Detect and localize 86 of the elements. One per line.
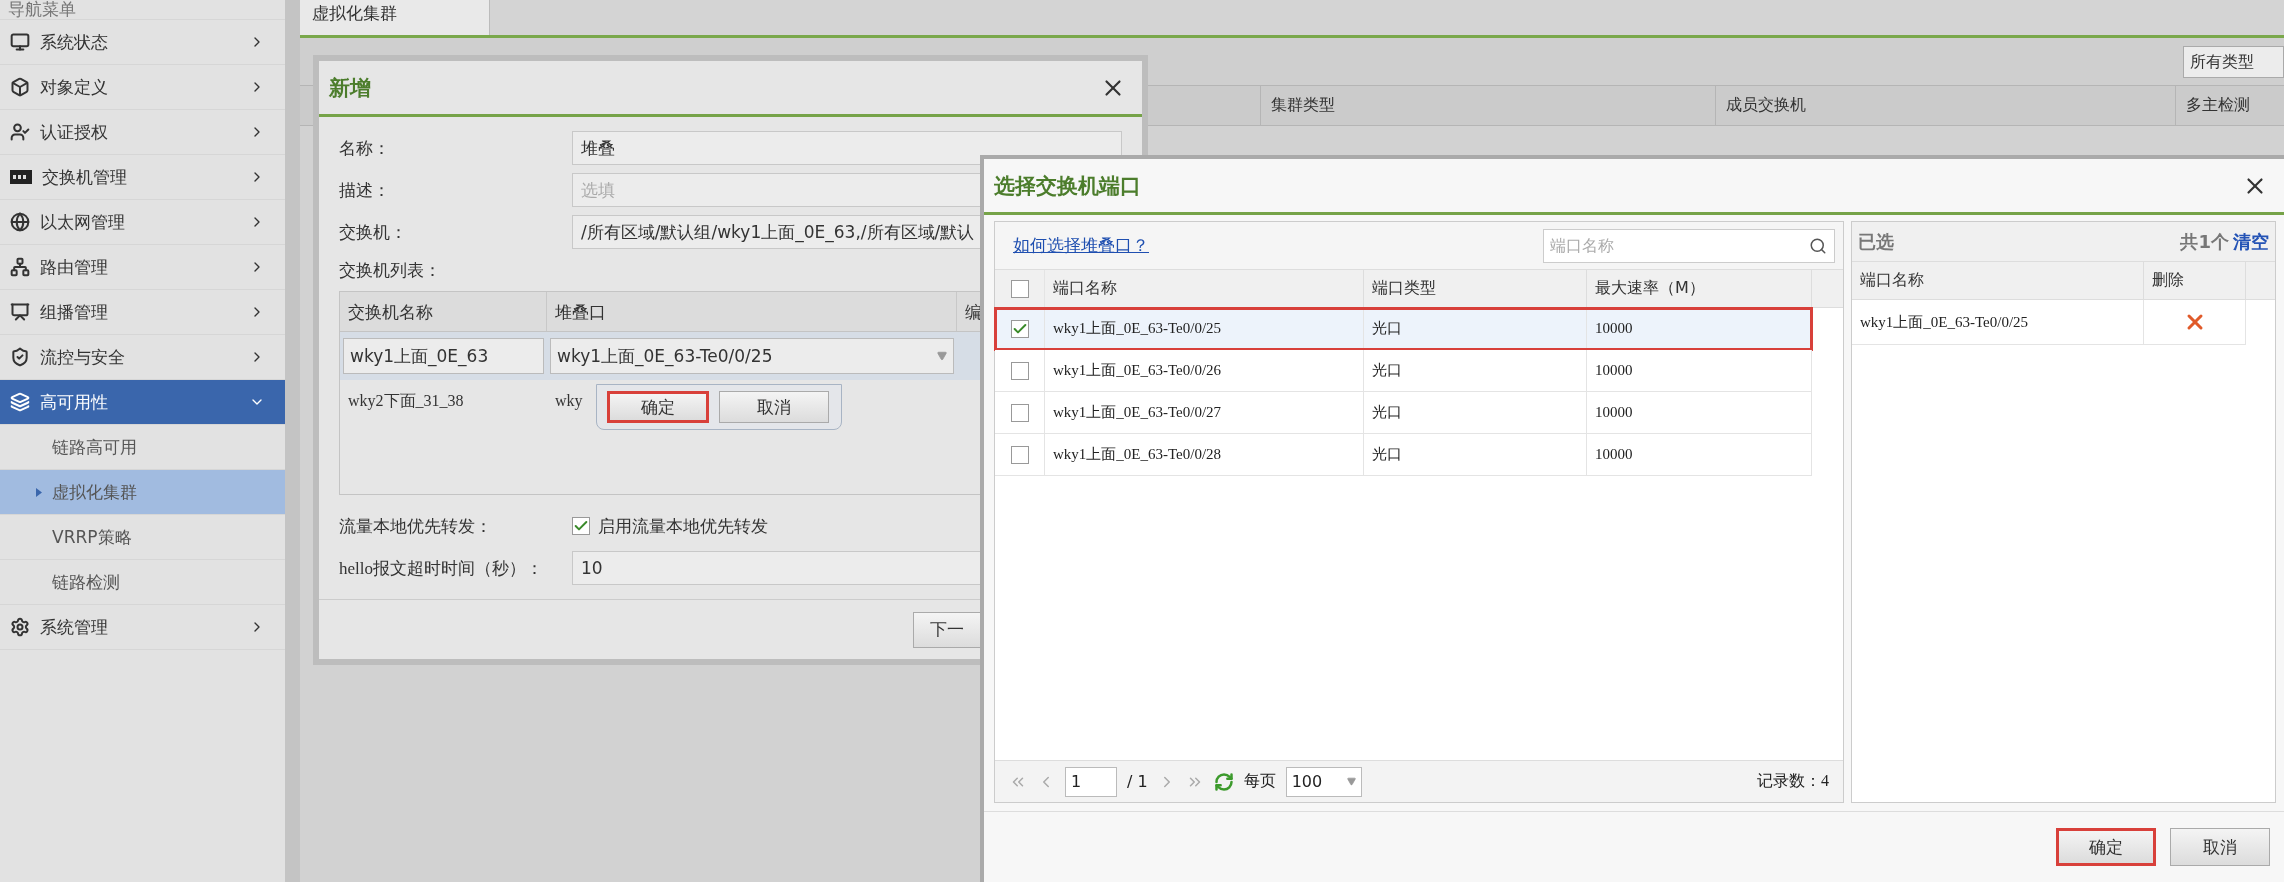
checkbox[interactable] [1010,445,1029,464]
shield-icon [10,347,30,367]
sidebar-item[interactable]: 系统管理 [0,605,285,650]
caret-icon [937,351,947,361]
user-check-icon [10,122,30,142]
table-cell: 10000 [1587,392,1812,433]
refresh-icon[interactable] [1213,771,1234,792]
triangle-icon [36,487,42,497]
table-cell: 光口 [1364,434,1587,475]
column-header: 成员交换机 [1715,86,2175,125]
confirm-button[interactable]: 确定 [2056,828,2156,866]
checkbox[interactable] [1010,279,1029,298]
sidebar-item[interactable]: 组播管理 [0,290,285,335]
cancel-button[interactable]: 取消 [719,391,829,423]
caret-icon [1346,777,1356,786]
checkbox[interactable] [1010,361,1029,380]
table-cell: 10000 [1587,308,1812,349]
column-header: 删除 [2144,262,2246,299]
search-icon [1809,236,1827,255]
table-cell: wky2下面_31_38 [348,390,464,412]
table-row[interactable]: wky1上面_0E_63-Te0/0/28 光口 10000 [995,434,1812,476]
table-row[interactable]: wky1上面_0E_63-Te0/0/27 光口 10000 [995,392,1812,434]
record-count: 记录数：4 [1757,771,1829,791]
confirm-button[interactable]: 确定 [607,391,709,423]
switch-icon [10,170,32,184]
sidebar-item[interactable]: 高可用性 [0,380,285,425]
panel-title: 已选 [1858,229,1894,254]
table-cell: wky1上面_0E_63-Te0/0/25 [1852,300,2144,344]
field-label: 交换机列表： [339,258,442,282]
sidebar-item[interactable]: 交换机管理 [0,155,285,200]
globe-icon [10,212,30,232]
table-cell: 光口 [1364,308,1587,349]
sidebar-item[interactable]: 路由管理 [0,245,285,290]
field-label: 名称： [339,136,391,160]
table-cell: wky1上面_0E_63-Te0/0/28 [1045,434,1364,475]
checkbox[interactable] [572,517,590,535]
clear-link[interactable]: 清空 [2233,230,2269,252]
input-field[interactable]: wky1上面_0E_63 [343,338,544,374]
field-label: 流量本地优先转发： [339,514,493,538]
table-row[interactable]: wky1上面_0E_63-Te0/0/25 光口 10000 [995,308,1812,350]
monitor-icon [10,32,30,52]
sidebar-item[interactable]: 系统状态 [0,20,285,65]
table-row[interactable]: wky1上面_0E_63-Te0/0/26 光口 10000 [995,350,1812,392]
network-icon [10,257,30,277]
tab[interactable]: 虚拟化集群 [300,0,490,35]
table-cell: 10000 [1587,350,1812,391]
column-header: 端口名称 [1852,262,2144,299]
sidebar-subitem[interactable]: VRRP策略 [0,515,285,560]
layers-icon [10,392,30,412]
sidebar-item[interactable]: 认证授权 [0,110,285,155]
table-cell: wky1上面_0E_63-Te0/0/27 [1045,392,1364,433]
sidebar-title: 导航菜单 [0,0,285,20]
select-field[interactable]: wky1上面_0E_63-Te0/0/25 [550,338,954,374]
table-cell: 10000 [1587,434,1812,475]
checkbox[interactable] [1010,319,1029,338]
column-header: 多主检测 [2175,86,2284,125]
type-select[interactable]: 所有类型 [2183,45,2284,78]
column-header: 集群类型 [1260,86,1715,125]
field-label: 描述： [339,178,391,202]
search-field[interactable]: 端口名称 [1543,228,1835,263]
table-cell: 光口 [1364,392,1587,433]
sidebar-item[interactable]: 以太网管理 [0,200,285,245]
per-page-label: 每页 [1243,771,1276,792]
cancel-button[interactable]: 取消 [2170,828,2270,866]
selected-count: 共1个 [2180,230,2229,252]
table-cell: wky1上面_0E_63-Te0/0/26 [1045,350,1364,391]
column-header: 堆叠口 [547,292,957,331]
table-cell: wky [555,392,583,410]
cube-icon [10,77,30,97]
sidebar-subitem[interactable]: 链路检测 [0,560,285,605]
input-field[interactable]: 堆叠 [572,131,1122,165]
sidebar-item[interactable]: 对象定义 [0,65,285,110]
settings-icon [10,617,30,637]
column-header: 交换机名称 [340,292,547,331]
presentation-icon [10,302,30,322]
field-label: 交换机： [339,220,408,244]
field-label: hello报文超时时间（秒）： [339,557,544,580]
table-cell: wky1上面_0E_63-Te0/0/25 [1045,308,1364,349]
checkbox[interactable] [1010,403,1029,422]
dialog-title: 新增 [329,74,371,102]
sidebar-subitem[interactable]: 虚拟化集群 [0,470,285,515]
page-count: / 1 [1127,772,1148,791]
page-input[interactable]: 1 [1065,766,1117,797]
checkbox-label: 启用流量本地优先转发 [598,514,768,538]
per-page-select[interactable]: 100 [1285,766,1362,797]
table-cell: 光口 [1364,350,1587,391]
